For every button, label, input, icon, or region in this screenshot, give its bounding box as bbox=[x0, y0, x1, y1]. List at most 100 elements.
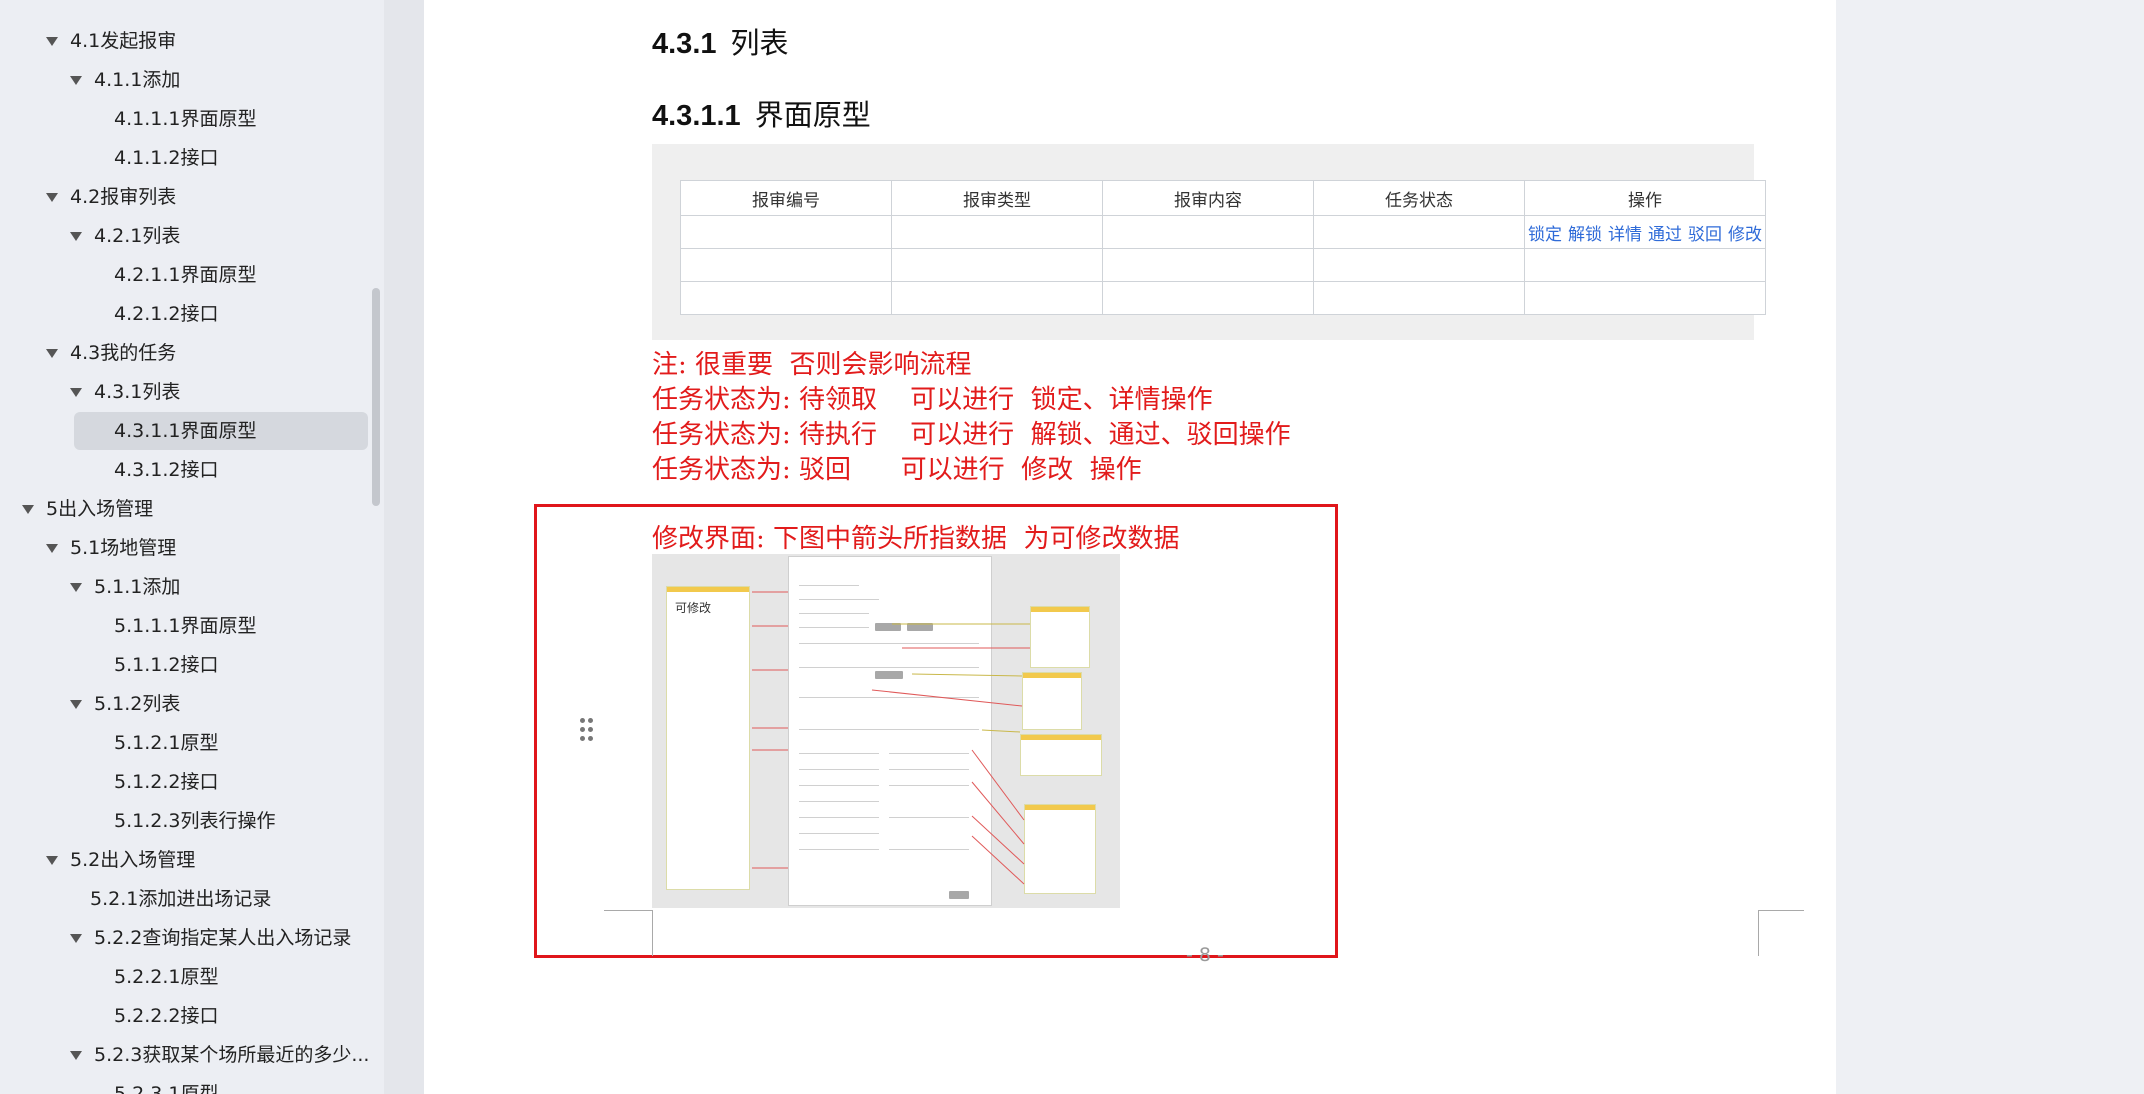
sidebar-item[interactable]: 5.1.2列表 bbox=[0, 685, 370, 723]
chevron-down-icon[interactable] bbox=[70, 232, 82, 241]
mockup-arrows bbox=[752, 591, 1030, 885]
sidebar-item-label: 5.1.2.1原型 bbox=[114, 732, 219, 754]
sidebar-item-label: 4.2报审列表 bbox=[70, 186, 177, 208]
sidebar-item[interactable]: 5.2出入场管理 bbox=[0, 841, 370, 879]
sidebar-item[interactable]: 4.3我的任务 bbox=[0, 334, 370, 372]
sidebar-item[interactable]: 4.2.1.2接口 bbox=[0, 295, 370, 333]
edit-form-mockup-image: 可修改 bbox=[652, 554, 1120, 908]
sidebar-item[interactable]: 5.1.2.3列表行操作 bbox=[0, 802, 370, 840]
sidebar-item[interactable]: 5出入场管理 bbox=[0, 490, 370, 528]
sidebar-item[interactable]: 5.2.2查询指定某人出入场记录 bbox=[0, 919, 370, 957]
table-cell bbox=[1313, 215, 1525, 249]
sidebar-item-label: 5.1.1.2接口 bbox=[114, 654, 219, 676]
chevron-down-icon[interactable] bbox=[70, 934, 82, 943]
table-cell bbox=[1102, 248, 1314, 282]
sidebar-item-label: 5.2.1添加进出场记录 bbox=[90, 888, 272, 910]
sidebar-item[interactable]: 5.1.1添加 bbox=[0, 568, 370, 606]
modify-link[interactable]: 修改 bbox=[1728, 225, 1762, 245]
sidebar-item[interactable]: 4.3.1.2接口 bbox=[0, 451, 370, 489]
sidebar-item[interactable]: 4.1发起报审 bbox=[0, 22, 370, 60]
sidebar-item-label: 4.1.1.1界面原型 bbox=[114, 108, 257, 130]
sidebar-item[interactable]: 4.2.1.1界面原型 bbox=[0, 256, 370, 294]
table-cell bbox=[891, 215, 1103, 249]
lock-link[interactable]: 锁定 bbox=[1528, 225, 1562, 245]
sidebar-item-label: 5.2.2查询指定某人出入场记录 bbox=[94, 927, 352, 949]
sidebar-item[interactable]: 5.1.2.2接口 bbox=[0, 763, 370, 801]
sidebar-item[interactable]: 5.2.2.2接口 bbox=[0, 997, 370, 1035]
sidebar-item[interactable]: 5.2.1添加进出场记录 bbox=[0, 880, 370, 918]
col-header: 报审类型 bbox=[891, 180, 1103, 216]
sidebar-scrollbar[interactable] bbox=[372, 288, 380, 506]
action-links-cell: 锁定 解锁 详情 通过 驳回 修改 bbox=[1524, 215, 1766, 249]
sidebar-item-label: 5.2.2.2接口 bbox=[114, 1005, 219, 1027]
table-row: 锁定 解锁 详情 通过 驳回 修改 bbox=[680, 215, 1766, 249]
table-cell bbox=[1524, 281, 1766, 315]
sidebar-item-label: 4.3.1.1界面原型 bbox=[114, 420, 257, 442]
sidebar-item[interactable]: 4.1.1.2接口 bbox=[0, 139, 370, 177]
chevron-down-icon[interactable] bbox=[70, 1051, 82, 1060]
sidebar-item-label: 4.3我的任务 bbox=[70, 342, 177, 364]
heading-4-3-1-1: 4.3.1.1 界面原型 bbox=[652, 98, 871, 132]
crop-mark bbox=[1758, 910, 1759, 956]
table-cell bbox=[680, 215, 892, 249]
table-cell bbox=[1524, 248, 1766, 282]
sidebar-gutter bbox=[384, 0, 424, 1094]
sidebar-item-label: 4.2.1列表 bbox=[94, 225, 181, 247]
table-cell bbox=[1102, 281, 1314, 315]
sidebar-item-label: 5.1场地管理 bbox=[70, 537, 177, 559]
sidebar-item[interactable]: 4.3.1列表 bbox=[0, 373, 370, 411]
sidebar-item[interactable]: 5.2.3.1原型 bbox=[0, 1075, 370, 1094]
chevron-down-icon[interactable] bbox=[70, 700, 82, 709]
chevron-down-icon[interactable] bbox=[46, 193, 58, 202]
sidebar-item[interactable]: 5.1场地管理 bbox=[0, 529, 370, 567]
page-number: - 8 - bbox=[1186, 944, 1224, 966]
sidebar-item[interactable]: 4.3.1.1界面原型 bbox=[74, 412, 368, 450]
col-header: 操作 bbox=[1524, 180, 1766, 216]
sidebar-item[interactable]: 5.1.1.2接口 bbox=[0, 646, 370, 684]
col-header: 报审内容 bbox=[1102, 180, 1314, 216]
sidebar-item-label: 5.2.3.1原型 bbox=[114, 1083, 219, 1094]
sidebar-item[interactable]: 4.1.1添加 bbox=[0, 61, 370, 99]
chevron-down-icon[interactable] bbox=[46, 544, 58, 553]
crop-mark bbox=[652, 910, 653, 956]
note-status-rejected: 任务状态为: 驳回 可以进行 修改 操作 bbox=[652, 455, 1142, 485]
sidebar-item-label: 5.2.3获取某个场所最近的多少... bbox=[94, 1044, 370, 1066]
unlock-link[interactable]: 解锁 bbox=[1568, 225, 1602, 245]
sidebar-item-label: 4.3.1.2接口 bbox=[114, 459, 219, 481]
sidebar-item-label: 5.1.1.1界面原型 bbox=[114, 615, 257, 637]
chevron-down-icon[interactable] bbox=[46, 856, 58, 865]
chevron-down-icon[interactable] bbox=[22, 505, 34, 514]
table-cell bbox=[680, 281, 892, 315]
approve-link[interactable]: 通过 bbox=[1648, 225, 1682, 245]
sidebar-item[interactable]: 5.1.2.1原型 bbox=[0, 724, 370, 762]
sidebar-item-label: 5.1.2列表 bbox=[94, 693, 181, 715]
detail-link[interactable]: 详情 bbox=[1608, 225, 1642, 245]
crop-mark bbox=[1758, 910, 1804, 911]
chevron-down-icon[interactable] bbox=[70, 388, 82, 397]
sidebar-item-label: 5.2.2.1原型 bbox=[114, 966, 219, 988]
chevron-down-icon[interactable] bbox=[70, 583, 82, 592]
sidebar-item[interactable]: 5.2.3获取某个场所最近的多少... bbox=[0, 1036, 370, 1074]
sidebar-item[interactable]: 4.2报审列表 bbox=[0, 178, 370, 216]
chevron-down-icon[interactable] bbox=[46, 349, 58, 358]
table-cell bbox=[891, 248, 1103, 282]
task-list-table: 报审编号 报审类型 报审内容 任务状态 操作 锁定 解锁 详情 通过 驳回 修改 bbox=[680, 180, 1766, 315]
sidebar-item[interactable]: 4.1.1.1界面原型 bbox=[0, 100, 370, 138]
table-cell bbox=[680, 248, 892, 282]
right-margin-area bbox=[1836, 0, 2144, 1094]
sidebar-item[interactable]: 5.2.2.1原型 bbox=[0, 958, 370, 996]
sidebar-item-label: 5.1.1添加 bbox=[94, 576, 181, 598]
heading-4-3-1: 4.3.1 列表 bbox=[652, 26, 789, 60]
sidebar-item[interactable]: 4.2.1列表 bbox=[0, 217, 370, 255]
chevron-down-icon[interactable] bbox=[46, 37, 58, 46]
sidebar-item-label: 4.1发起报审 bbox=[70, 30, 177, 52]
table-row bbox=[680, 248, 1766, 282]
sidebar-item[interactable]: 5.1.1.1界面原型 bbox=[0, 607, 370, 645]
sidebar-item-label: 4.2.1.2接口 bbox=[114, 303, 219, 325]
sidebar-item-label: 5.2出入场管理 bbox=[70, 849, 196, 871]
reject-link[interactable]: 驳回 bbox=[1688, 225, 1722, 245]
sidebar-item-label: 4.1.1添加 bbox=[94, 69, 181, 91]
crop-mark bbox=[604, 910, 652, 911]
chevron-down-icon[interactable] bbox=[70, 76, 82, 85]
col-header: 报审编号 bbox=[680, 180, 892, 216]
